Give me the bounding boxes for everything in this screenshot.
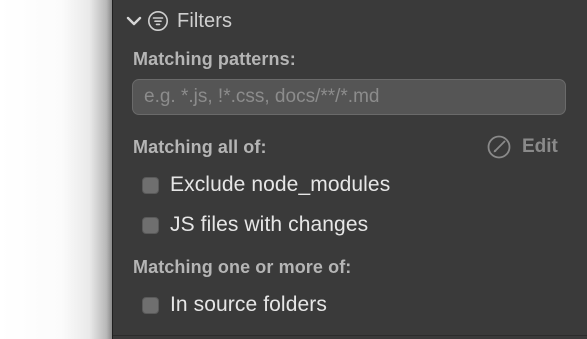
checkbox-label: In source folders bbox=[170, 293, 327, 316]
filters-panel: Filters Matching patterns: Matching all … bbox=[112, 0, 587, 339]
checkbox[interactable] bbox=[142, 296, 159, 314]
matching-patterns-input[interactable] bbox=[132, 79, 566, 115]
filter-in-source-folders[interactable]: In source folders bbox=[142, 292, 327, 318]
checkbox-label: Exclude node_modules bbox=[170, 173, 391, 196]
checkbox[interactable] bbox=[142, 216, 159, 234]
checkbox-label: JS files with changes bbox=[170, 213, 369, 236]
matching-patterns-label: Matching patterns: bbox=[133, 49, 296, 69]
edit-button[interactable]: Edit bbox=[486, 134, 558, 160]
filter-js-files-with-changes[interactable]: JS files with changes bbox=[142, 212, 368, 238]
matching-any-label: Matching one or more of: bbox=[133, 257, 352, 277]
checkbox[interactable] bbox=[142, 176, 159, 194]
divider bbox=[113, 335, 587, 336]
filters-title: Filters bbox=[177, 9, 233, 32]
filters-header[interactable]: Filters bbox=[125, 7, 232, 35]
chevron-down-icon[interactable] bbox=[125, 12, 143, 30]
filter-exclude-node-modules[interactable]: Exclude node_modules bbox=[142, 172, 390, 198]
pencil-circle-icon bbox=[486, 134, 512, 160]
matching-all-label: Matching all of: bbox=[133, 137, 267, 157]
edit-label: Edit bbox=[522, 136, 558, 157]
filter-icon bbox=[147, 10, 169, 32]
window-edge-shadow bbox=[0, 0, 112, 339]
